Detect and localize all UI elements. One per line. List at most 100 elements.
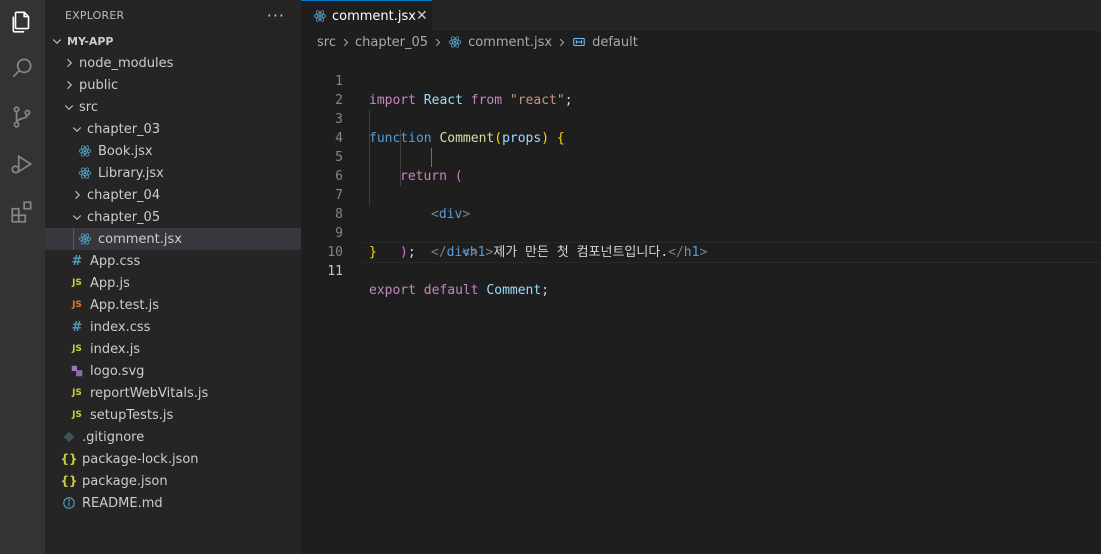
tree-item-label: chapter_03	[87, 121, 161, 137]
tree-item-label: index.js	[90, 341, 141, 357]
tree-item-label: public	[79, 77, 119, 93]
tree-file-app-test-js[interactable]: JS App.test.js	[45, 294, 301, 316]
tree-file-report-web-vitals-js[interactable]: JS reportWebVitals.js	[45, 382, 301, 404]
code-line: 5 <div>	[301, 129, 1101, 222]
explorer-files-icon[interactable]	[7, 7, 37, 37]
chevron-right-icon	[340, 37, 351, 48]
code-line: 7 </div>	[301, 167, 1101, 260]
json-braces-icon: {}	[60, 474, 78, 488]
explorer-sidebar: EXPLORER ··· MY-APP node_modules public	[45, 0, 301, 554]
breadcrumb-chapter[interactable]: chapter_05	[355, 35, 428, 50]
indent-guide	[369, 167, 370, 186]
breadcrumb: src chapter_05 comment.jsx default	[301, 31, 1101, 53]
tree-item-label: App.js	[90, 275, 130, 291]
react-icon	[77, 231, 93, 247]
close-icon[interactable]: ✕	[416, 8, 428, 24]
more-actions-icon[interactable]: ···	[267, 6, 285, 25]
js-icon: JS	[72, 410, 82, 420]
tree-item-label: README.md	[82, 495, 163, 511]
indent-guide	[369, 129, 370, 148]
indent-guide	[400, 129, 401, 148]
code-line-current: 11 export default Comment;	[301, 242, 1101, 298]
tree-item-label: App.css	[90, 253, 141, 269]
source-control-icon[interactable]	[7, 102, 37, 132]
tree-file-app-js[interactable]: JS App.js	[45, 272, 301, 294]
info-icon	[61, 495, 77, 511]
tree-folder-src[interactable]: src	[45, 96, 301, 118]
breadcrumb-symbol-label: default	[592, 34, 638, 50]
chevron-down-icon	[69, 209, 85, 225]
tree-item-label: setupTests.js	[90, 407, 174, 423]
tree-folder-chapter-04[interactable]: chapter_04	[45, 184, 301, 206]
tree-file-index-js[interactable]: JS index.js	[45, 338, 301, 360]
chevron-right-icon	[432, 37, 443, 48]
breadcrumb-src[interactable]: src	[317, 35, 336, 50]
tree-folder-node-modules[interactable]: node_modules	[45, 52, 301, 74]
tree-item-label: App.test.js	[90, 297, 160, 313]
js-icon: JS	[72, 278, 82, 288]
tree-root-my-app[interactable]: MY-APP	[45, 30, 301, 52]
editor-tab-bar: comment.jsx ✕	[301, 0, 1101, 31]
react-icon	[447, 34, 463, 50]
code-line: 3 function Comment(props) {	[301, 91, 1101, 146]
svg-icon	[69, 363, 85, 379]
chevron-right-icon	[69, 187, 85, 203]
tab-comment-jsx[interactable]: comment.jsx ✕	[301, 0, 432, 31]
tab-label: comment.jsx	[332, 8, 416, 24]
tree-item-label: Library.jsx	[98, 165, 164, 181]
code-line: 6 <h1>제가 만든 첫 컴포넌트입니다.</h1>	[301, 148, 1101, 260]
tree-file-book-jsx[interactable]: Book.jsx	[45, 140, 301, 162]
react-icon	[77, 165, 93, 181]
js-test-icon: JS	[72, 300, 82, 310]
tree-item-label: package.json	[82, 473, 168, 489]
json-braces-icon: {}	[60, 452, 78, 466]
tree-folder-public[interactable]: public	[45, 74, 301, 96]
chevron-right-icon	[61, 55, 77, 71]
search-icon[interactable]	[7, 53, 37, 83]
css-hash-icon: #	[71, 319, 83, 335]
tree-folder-chapter-03[interactable]: chapter_03	[45, 118, 301, 140]
tree-file-readme-md[interactable]: README.md	[45, 492, 301, 514]
tree-item-label: chapter_04	[87, 187, 161, 203]
extensions-icon[interactable]	[7, 197, 37, 227]
code-editor[interactable]: 1 import React from "react"; 2 3 functio…	[301, 53, 1101, 554]
indent-guide	[400, 148, 401, 167]
indent-guide	[73, 228, 74, 250]
tree-file-gitignore[interactable]: .gitignore	[45, 426, 301, 448]
line-number: 11	[327, 264, 343, 279]
gitignore-icon	[61, 429, 77, 445]
tree-file-logo-svg[interactable]: logo.svg	[45, 360, 301, 382]
tree-file-library-jsx[interactable]: Library.jsx	[45, 162, 301, 184]
code-line: 2	[301, 72, 1101, 108]
tree-file-app-css[interactable]: # App.css	[45, 250, 301, 272]
react-icon	[313, 8, 327, 24]
run-debug-icon[interactable]	[7, 149, 37, 179]
indent-guide	[369, 148, 370, 167]
tree-item-label: chapter_05	[87, 209, 161, 225]
js-icon: JS	[72, 388, 82, 398]
file-tree: MY-APP node_modules public src chapter_0…	[45, 30, 301, 514]
tree-file-package-json[interactable]: {} package.json	[45, 470, 301, 492]
explorer-header: EXPLORER ···	[45, 0, 301, 30]
tree-file-package-lock-json[interactable]: {} package-lock.json	[45, 448, 301, 470]
activity-bar	[0, 0, 45, 554]
react-icon	[77, 143, 93, 159]
tree-file-comment-jsx[interactable]: comment.jsx	[45, 228, 301, 250]
code-line: 8 );	[301, 186, 1101, 260]
tree-item-label: .gitignore	[82, 429, 145, 445]
chevron-down-icon	[61, 99, 77, 115]
tree-file-setup-tests-js[interactable]: JS setupTests.js	[45, 404, 301, 426]
code-line: 9 }	[301, 205, 1101, 260]
tree-item-label: index.css	[90, 319, 151, 335]
indent-guide	[400, 167, 401, 186]
breadcrumb-file[interactable]: comment.jsx	[447, 34, 552, 50]
chevron-right-icon	[61, 77, 77, 93]
tree-file-index-css[interactable]: # index.css	[45, 316, 301, 338]
tree-item-label: src	[79, 99, 98, 115]
tree-item-label: Book.jsx	[98, 143, 153, 159]
tree-item-label: package-lock.json	[82, 451, 199, 467]
breadcrumb-symbol[interactable]: default	[571, 34, 638, 50]
tree-root-label: MY-APP	[67, 34, 114, 48]
tree-folder-chapter-05[interactable]: chapter_05	[45, 206, 301, 228]
indent-guide	[369, 110, 370, 129]
